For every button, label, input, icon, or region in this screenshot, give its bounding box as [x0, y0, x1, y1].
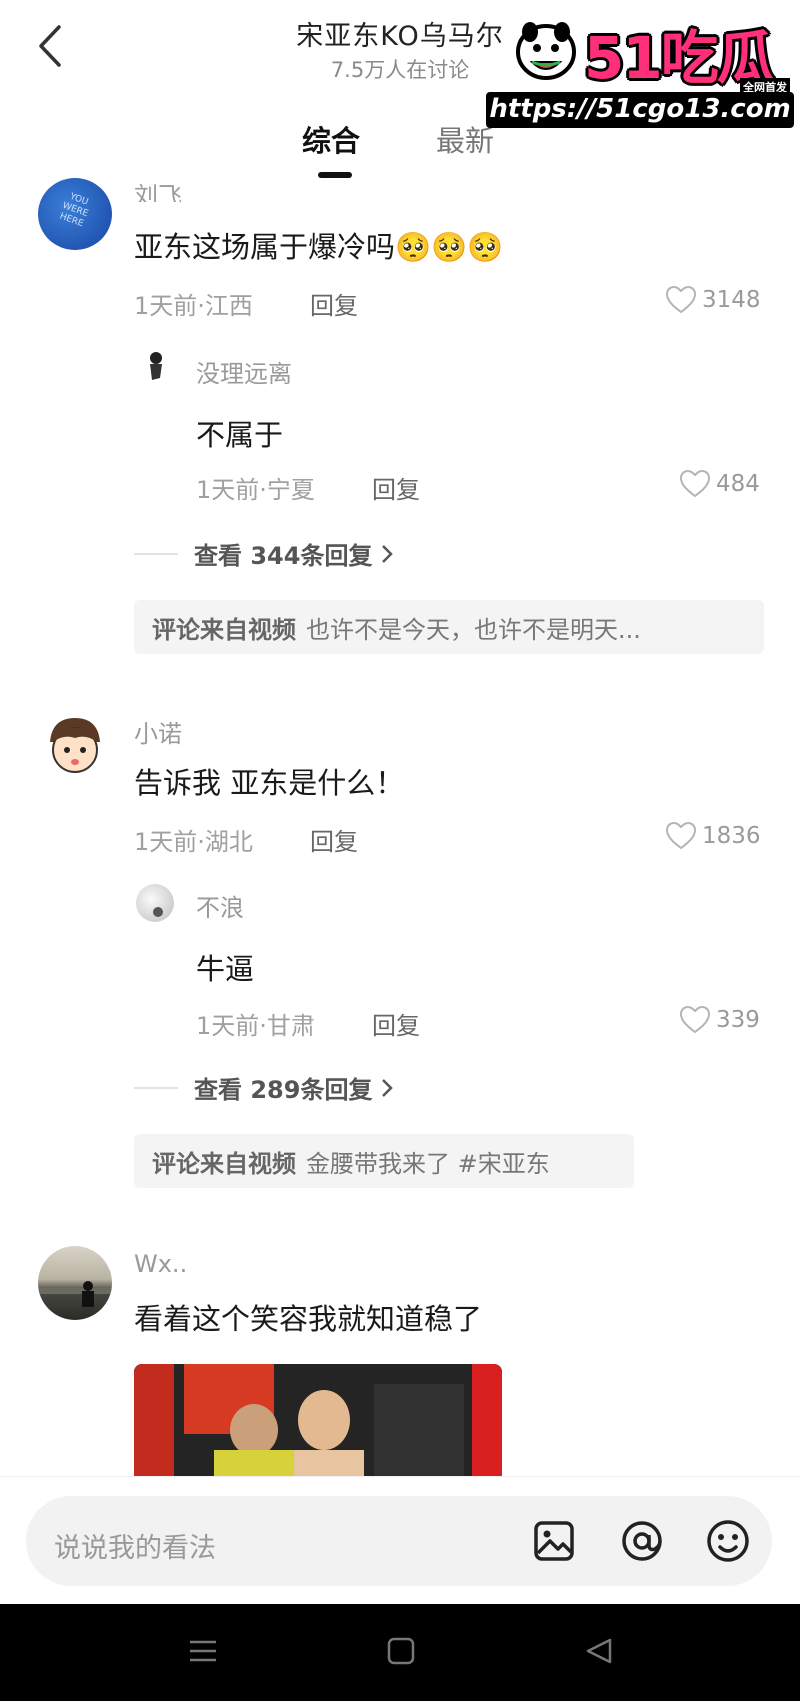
comment-username[interactable]: 刘飞	[134, 176, 182, 202]
chevron-right-icon	[382, 544, 394, 563]
heart-icon	[680, 470, 710, 498]
comment-meta: 1天前·湖北	[134, 828, 253, 856]
comment-emoji: 🥺🥺🥺	[395, 230, 504, 264]
avatar-figure-icon	[150, 352, 162, 380]
comment-source[interactable]: 评论来自视频 金腰带我来了 #宋亚东	[134, 1134, 634, 1188]
reply-username[interactable]: 不浪	[196, 888, 244, 923]
reply-button[interactable]: 回复	[310, 822, 358, 857]
reply-username[interactable]: 没理远离	[196, 354, 292, 389]
source-text: 也许不是今天，也许不是明天...	[306, 615, 641, 644]
avatar-figure-icon	[153, 907, 163, 917]
comment-item: Wx.. 看着这个笑容我就知道稳了	[0, 1246, 800, 1476]
tab-comprehensive[interactable]: 综合	[302, 118, 360, 160]
reply-meta: 1天前·甘肃	[196, 1012, 315, 1040]
reply-text: 不属于	[196, 418, 284, 452]
comment-item: YOU WERE HERE 刘飞 亚东这场属于爆冷吗🥺🥺🥺 1天前·江西 回复 …	[0, 178, 800, 660]
like-count: 3148	[702, 287, 761, 313]
reply-button[interactable]: 回复	[310, 286, 358, 321]
watermark: 51吃瓜 全网首发 https://51cgo13.com	[486, 10, 794, 128]
avatar[interactable]	[40, 712, 110, 782]
comment-body: 亚东这场属于爆冷吗	[134, 230, 396, 264]
source-label: 评论来自视频	[152, 1149, 296, 1178]
comment-image[interactable]	[134, 1364, 502, 1476]
comment-item: 小诺 告诉我 亚东是什么！ 1天前·湖北 回复 1836 不浪 牛逼 1天前·甘…	[0, 712, 800, 1192]
menu-icon[interactable]	[188, 1636, 218, 1666]
comment-input[interactable]: 说说我的看法	[26, 1496, 772, 1586]
heart-icon	[666, 286, 696, 314]
divider	[134, 1086, 178, 1089]
like-count: 339	[716, 1007, 760, 1033]
reply-avatar[interactable]	[138, 348, 174, 384]
at-icon[interactable]	[618, 1517, 666, 1565]
divider	[134, 552, 178, 555]
comment-username[interactable]: Wx..	[134, 1250, 187, 1278]
heart-icon	[666, 822, 696, 850]
fighter-photo-icon	[134, 1364, 502, 1476]
cartoon-face-icon	[50, 718, 100, 773]
comment-text: 告诉我 亚东是什么！	[134, 766, 405, 800]
like-count: 1836	[702, 823, 761, 849]
reply-text: 牛逼	[196, 952, 255, 986]
divider	[0, 1476, 800, 1477]
comment-meta: 1天前·江西	[134, 292, 253, 320]
back-triangle-icon[interactable]	[584, 1636, 614, 1666]
input-placeholder: 说说我的看法	[54, 1533, 216, 1564]
like-button[interactable]: 3148	[666, 286, 761, 314]
system-nav-bar	[0, 1604, 800, 1701]
view-more-replies[interactable]: 查看 344条回复	[134, 536, 396, 571]
reply-button[interactable]: 回复	[372, 1006, 420, 1041]
watermelon-mascot-icon	[516, 22, 576, 80]
avatar-text: YOU WERE HERE	[58, 191, 90, 230]
comment-source[interactable]: 评论来自视频 也许不是今天，也许不是明天...	[134, 600, 764, 654]
comment-username[interactable]: 小诺	[134, 714, 182, 749]
source-label: 评论来自视频	[152, 615, 296, 644]
photo-figure-icon	[38, 1281, 112, 1307]
like-count: 484	[716, 471, 760, 497]
view-more-replies[interactable]: 查看 289条回复	[134, 1070, 396, 1105]
home-icon[interactable]	[386, 1636, 416, 1666]
active-tab-indicator	[318, 172, 352, 178]
avatar[interactable]: YOU WERE HERE	[38, 178, 112, 250]
comment-text: 亚东这场属于爆冷吗🥺🥺🥺	[134, 224, 503, 266]
avatar[interactable]	[38, 1246, 112, 1320]
image-icon[interactable]	[530, 1517, 578, 1565]
source-text: 金腰带我来了 #宋亚东	[306, 1149, 550, 1178]
reply-meta: 1天前·宁夏	[196, 476, 315, 504]
comment-text: 看着这个笑容我就知道稳了	[134, 1302, 483, 1336]
chevron-right-icon	[382, 1078, 394, 1097]
reply-button[interactable]: 回复	[372, 470, 420, 505]
more-replies-label: 查看 344条回复	[194, 542, 373, 570]
like-button[interactable]: 339	[680, 1006, 760, 1034]
like-button[interactable]: 1836	[666, 822, 761, 850]
like-button[interactable]: 484	[680, 470, 760, 498]
smiley-icon[interactable]	[704, 1517, 752, 1565]
watermark-url: https://51cgo13.com	[486, 92, 794, 128]
reply-avatar[interactable]	[136, 884, 174, 922]
more-replies-label: 查看 289条回复	[194, 1076, 373, 1104]
heart-icon	[680, 1006, 710, 1034]
